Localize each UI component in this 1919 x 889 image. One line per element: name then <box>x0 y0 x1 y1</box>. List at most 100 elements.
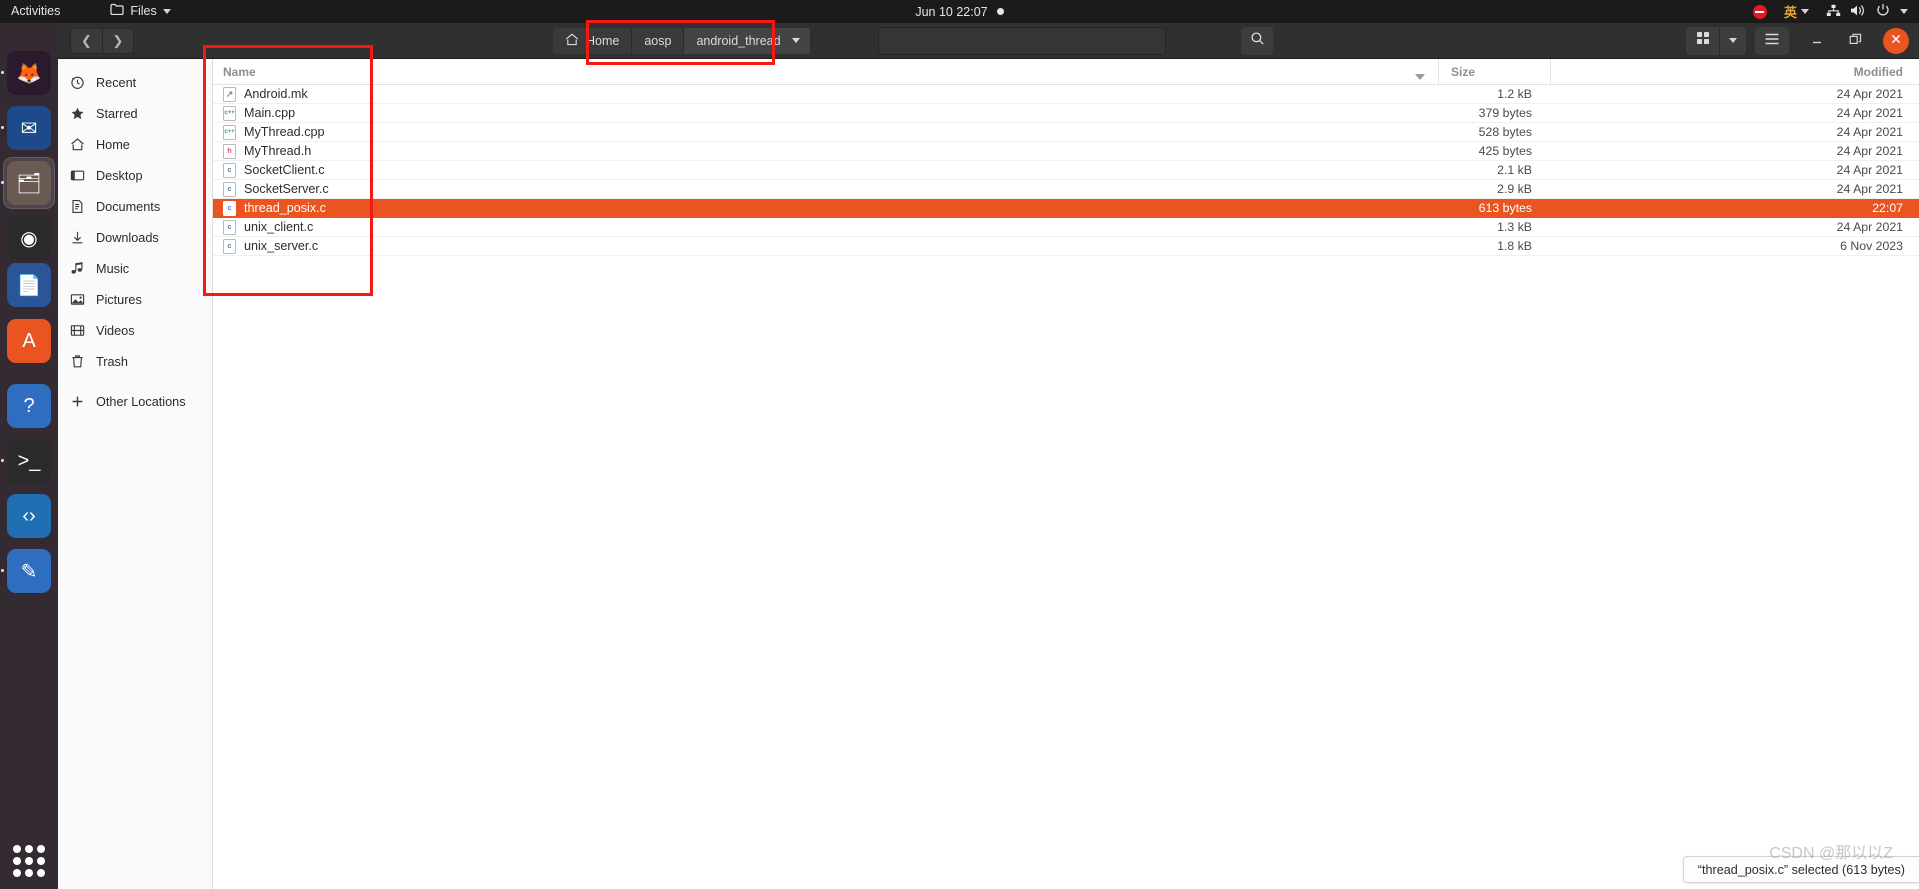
view-mode-buttons <box>1686 26 1746 55</box>
breadcrumb-android-thread[interactable]: android_thread <box>684 27 811 54</box>
close-button[interactable] <box>1883 27 1909 54</box>
dock-item-text-editor[interactable]: ✎ <box>7 549 51 593</box>
file-size-cell: 2.1 kB <box>1497 163 1532 177</box>
main-menu-button[interactable] <box>1755 26 1789 55</box>
file-type-h-icon: h <box>223 143 236 159</box>
sidebar-item-other-locations[interactable]: Other Locations <box>58 386 212 417</box>
table-row[interactable]: c SocketClient.c 2.1 kB 24 Apr 2021 <box>213 161 1919 180</box>
file-modified-cell: 24 Apr 2021 <box>1836 106 1903 120</box>
file-size-cell: 379 bytes <box>1478 106 1532 120</box>
column-header-modified[interactable]: Modified <box>1550 58 1919 85</box>
do-not-disturb-button[interactable] <box>1746 0 1774 23</box>
search-button[interactable] <box>1241 26 1273 55</box>
dock-running-indicator <box>1 181 4 184</box>
minimize-button[interactable] <box>1805 29 1829 53</box>
table-row[interactable]: c unix_client.c 1.3 kB 24 Apr 2021 <box>213 218 1919 237</box>
dock-item-firefox[interactable]: 🦊 <box>7 51 51 95</box>
table-row[interactable]: c SocketServer.c 2.9 kB 24 Apr 2021 <box>213 180 1919 199</box>
path-breadcrumb: Home aosp android_thread <box>553 27 811 54</box>
file-name-label: MyThread.h <box>244 144 312 158</box>
file-modified-cell: 24 Apr 2021 <box>1836 182 1903 196</box>
sidebar-item-recent[interactable]: Recent <box>58 67 212 98</box>
table-row[interactable]: c++ Main.cpp 379 bytes 24 Apr 2021 <box>213 104 1919 123</box>
hamburger-menu-icon <box>1764 32 1780 50</box>
clock-icon <box>69 75 85 91</box>
sidebar-item-label: Other Locations <box>96 394 186 409</box>
sidebar-item-home[interactable]: Home <box>58 129 212 160</box>
dock-item-vscode[interactable]: ‹› <box>7 494 51 538</box>
folder-icon <box>110 0 124 23</box>
input-method-button[interactable]: 英 <box>1777 0 1816 23</box>
column-header-name-label: Name <box>223 64 256 79</box>
breadcrumb-android-thread-label: android_thread <box>696 33 781 48</box>
column-header-name[interactable]: Name <box>213 64 1438 80</box>
table-row[interactable]: c thread_posix.c 613 bytes 22:07 <box>213 199 1919 218</box>
activities-button[interactable]: Activities <box>2 0 69 23</box>
file-name-label: MyThread.cpp <box>244 125 325 139</box>
file-name-label: thread_posix.c <box>244 201 326 215</box>
file-type-c-icon: c <box>223 219 236 235</box>
trash-icon <box>69 354 85 370</box>
table-row[interactable]: c++ MyThread.cpp 528 bytes 24 Apr 2021 <box>213 123 1919 142</box>
chevron-down-icon <box>791 38 800 43</box>
dock-item-terminal[interactable]: >_ <box>7 439 51 483</box>
file-type-c-icon: c <box>223 181 236 197</box>
ime-label: 英 <box>1783 5 1797 20</box>
back-button[interactable]: ❮ <box>70 27 102 54</box>
file-size-cell: 613 bytes <box>1478 201 1532 215</box>
status-text: “thread_posix.c” selected (613 bytes) <box>1697 862 1905 877</box>
breadcrumb-aosp[interactable]: aosp <box>632 27 685 54</box>
dock-item-rhythmbox[interactable]: ◉ <box>7 216 51 260</box>
grid-view-button[interactable] <box>1686 26 1720 55</box>
sidebar-item-music[interactable]: Music <box>58 253 212 284</box>
gnome-top-bar: Activities Files Jun 10 22:07 英 <box>0 0 1919 23</box>
sidebar-item-pictures[interactable]: Pictures <box>58 284 212 315</box>
file-type-c-icon: c <box>223 200 236 216</box>
dock-item-thunderbird[interactable]: ✉ <box>7 106 51 150</box>
table-row[interactable]: h MyThread.h 425 bytes 24 Apr 2021 <box>213 142 1919 161</box>
sidebar-item-label: Downloads <box>96 230 159 245</box>
clock-label[interactable]: Jun 10 22:07 <box>915 5 987 19</box>
picture-icon <box>69 292 85 308</box>
sidebar-item-label: Videos <box>96 323 135 338</box>
dock-running-indicator <box>1 71 4 74</box>
sidebar-item-label: Music <box>96 261 130 276</box>
file-name-cell: ↗ Android.mk <box>213 86 1438 102</box>
dock-item-help[interactable]: ? <box>7 384 51 428</box>
search-icon <box>1250 31 1265 51</box>
dock-item-files[interactable]: 🗂 <box>7 161 51 205</box>
system-status-menu[interactable] <box>1819 0 1915 23</box>
sort-descending-icon[interactable] <box>1415 73 1425 80</box>
sidebar-item-label: Starred <box>96 106 138 121</box>
dock-item-ubuntu-software[interactable]: A <box>7 319 51 363</box>
sidebar-item-downloads[interactable]: Downloads <box>58 222 212 253</box>
maximize-icon <box>1849 33 1862 49</box>
sidebar-item-trash[interactable]: Trash <box>58 346 212 377</box>
sidebar-item-desktop[interactable]: Desktop <box>58 160 212 191</box>
breadcrumb-home[interactable]: Home <box>553 27 633 54</box>
nav-buttons: ❮ ❯ <box>58 23 213 59</box>
desktop-icon <box>69 168 85 184</box>
file-size-cell: 528 bytes <box>1478 125 1532 139</box>
sidebar-item-starred[interactable]: Starred <box>58 98 212 129</box>
dock-running-indicator <box>1 459 4 462</box>
file-modified-cell: 24 Apr 2021 <box>1836 125 1903 139</box>
table-row[interactable]: ↗ Android.mk 1.2 kB 24 Apr 2021 <box>213 85 1919 104</box>
location-entry[interactable] <box>878 26 1166 55</box>
table-row[interactable]: c unix_server.c 1.8 kB 6 Nov 2023 <box>213 237 1919 256</box>
sidebar-item-videos[interactable]: Videos <box>58 315 212 346</box>
file-name-cell: c SocketServer.c <box>213 181 1438 197</box>
forward-button[interactable]: ❯ <box>102 27 134 54</box>
file-type-c-icon: c <box>223 238 236 254</box>
header-main: Home aosp android_thread <box>213 23 1919 59</box>
show-applications-button[interactable] <box>13 845 45 877</box>
dock-running-indicator <box>1 126 4 129</box>
maximize-button[interactable] <box>1843 29 1867 53</box>
file-modified-cell: 24 Apr 2021 <box>1836 163 1903 177</box>
sidebar-item-documents[interactable]: Documents <box>58 191 212 222</box>
app-menu-files[interactable]: Files <box>101 0 179 23</box>
column-header-size[interactable]: Size <box>1438 58 1550 85</box>
view-options-button[interactable] <box>1720 26 1746 55</box>
file-name-label: Main.cpp <box>244 106 296 120</box>
dock-item-libreoffice-writer[interactable]: 📄 <box>7 263 51 307</box>
